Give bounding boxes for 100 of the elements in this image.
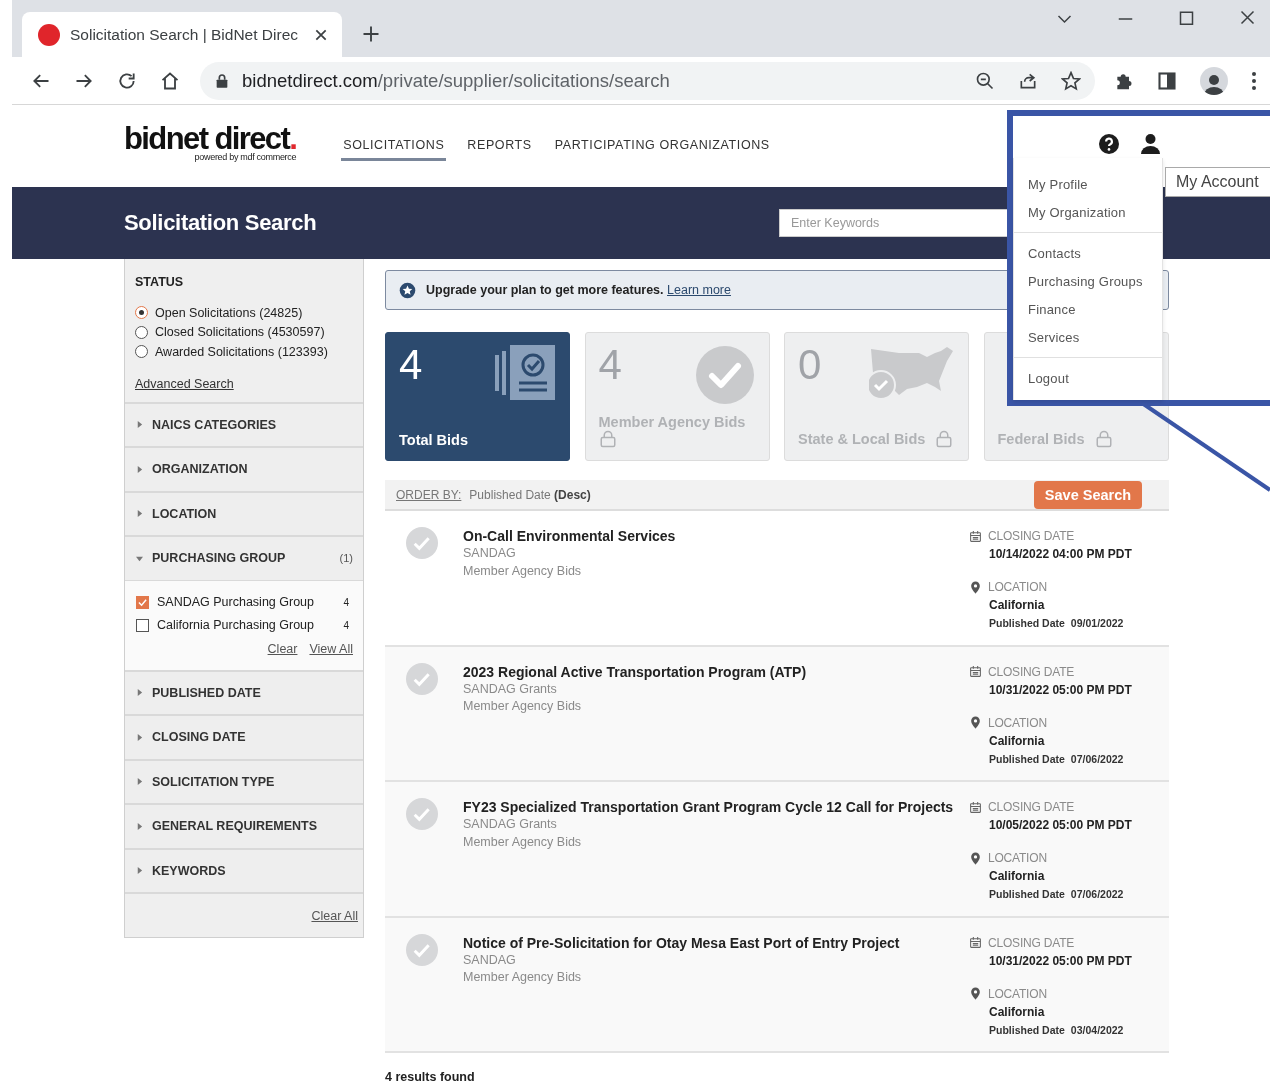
- learn-more-link[interactable]: Learn more: [667, 283, 731, 297]
- published-date: 07/06/2022: [1070, 752, 1124, 765]
- order-by-value[interactable]: Published Date (Desc): [469, 487, 591, 502]
- menu-item[interactable]: Contacts: [1014, 239, 1162, 267]
- option-count: 4: [343, 596, 349, 608]
- organization-name: SANDAG: [463, 951, 517, 969]
- nav-tab[interactable]: SOLICITATIONS: [341, 131, 447, 161]
- tab-title: Solicitation Search | BidNet Direc: [70, 25, 299, 44]
- nav-tab[interactable]: REPORTS: [465, 131, 534, 161]
- organization-name: SANDAG: [463, 545, 517, 562]
- address-bar[interactable]: bidnetdirect.com/private/supplier/solicitations/search: [200, 61, 1095, 100]
- field-label: CLOSING DATE: [988, 935, 1075, 950]
- side-panel-icon[interactable]: [1157, 70, 1177, 91]
- lock-icon: [214, 72, 230, 89]
- page-title: Solicitation Search: [124, 210, 318, 236]
- filter-link[interactable]: Clear: [267, 641, 298, 656]
- browser-tab[interactable]: Solicitation Search | BidNet Direc: [22, 12, 342, 57]
- menu-item[interactable]: Services: [1014, 323, 1162, 351]
- check-circle-icon[interactable]: [406, 798, 438, 830]
- card-label: State & Local Bids: [798, 431, 926, 447]
- field-label: Published Date: [989, 752, 1065, 765]
- section-title: STATUS: [135, 275, 185, 289]
- bid-count: 4: [399, 343, 423, 387]
- check-circle-icon[interactable]: [406, 527, 438, 559]
- more-menu-icon[interactable]: [1251, 70, 1257, 91]
- nav-tab[interactable]: PARTICIPATING ORGANIZATIONS: [552, 131, 772, 161]
- menu-item[interactable]: My Profile: [1014, 170, 1162, 198]
- card-label: Member Agency Bids: [598, 414, 746, 430]
- location-value: California: [989, 869, 1046, 883]
- filter-link[interactable]: View All: [309, 641, 353, 656]
- avatar-icon[interactable]: [1200, 66, 1228, 95]
- radio-label[interactable]: Awarded Solicitations (123393): [155, 344, 328, 359]
- field-label: LOCATION: [988, 851, 1047, 865]
- logo[interactable]: bidnet direct.: [124, 124, 297, 154]
- document-icon: [495, 345, 555, 400]
- advanced-search-link[interactable]: Advanced Search: [135, 376, 234, 391]
- star-icon[interactable]: [1061, 70, 1081, 91]
- published-date: 09/01/2022: [1070, 617, 1124, 629]
- location-pin-icon: [969, 716, 982, 729]
- calendar-icon: [969, 529, 982, 543]
- field-label: CLOSING DATE: [988, 800, 1075, 814]
- radio-button[interactable]: [135, 345, 148, 359]
- close-icon[interactable]: [314, 27, 328, 42]
- field-label: LOCATION: [988, 580, 1047, 594]
- check-circle-icon[interactable]: [406, 662, 438, 695]
- user-icon[interactable]: [1141, 134, 1160, 154]
- check-circle-icon[interactable]: [406, 933, 438, 966]
- location-value: California: [989, 733, 1046, 748]
- radio-button[interactable]: [135, 306, 148, 320]
- organization-name: SANDAG Grants: [463, 680, 558, 698]
- closing-date: 10/14/2022 04:00 PM PDT: [989, 547, 1133, 561]
- checkbox-label[interactable]: California Purchasing Group: [157, 618, 315, 632]
- tooltip: My Account: [1165, 167, 1270, 197]
- menu-item[interactable]: Finance: [1014, 295, 1162, 323]
- bid-type: Member Agency Bids: [463, 833, 583, 851]
- help-icon[interactable]: [1099, 134, 1119, 154]
- menu-item[interactable]: Purchasing Groups: [1014, 267, 1162, 295]
- checkbox[interactable]: [136, 618, 149, 632]
- location-pin-icon: [969, 987, 982, 1000]
- closing-date: 10/31/2022 05:00 PM PDT: [989, 682, 1133, 697]
- organization-name: SANDAG Grants: [463, 816, 558, 833]
- published-date: 07/06/2022: [1070, 888, 1124, 900]
- zoom-out-icon[interactable]: [975, 70, 995, 91]
- closing-date: 10/31/2022 05:00 PM PDT: [989, 953, 1133, 968]
- location-value: California: [989, 1004, 1046, 1019]
- home-icon[interactable]: [160, 70, 180, 91]
- location-value: California: [989, 598, 1046, 612]
- radio-label[interactable]: Open Solicitations (24825): [155, 305, 303, 320]
- logo-tagline: powered by mdf commerce: [194, 152, 297, 162]
- calendar-icon: [969, 936, 982, 949]
- reload-icon[interactable]: [117, 70, 137, 91]
- checkbox[interactable]: [136, 595, 149, 609]
- published-date: 03/04/2022: [1070, 1023, 1124, 1036]
- solicitation-title[interactable]: Notice of Pre-Solicitation for Otay Mesa East Port of Entry Project: [463, 933, 969, 952]
- radio-label[interactable]: Closed Solicitations (4530597): [155, 325, 325, 340]
- field-label: LOCATION: [988, 986, 1047, 1001]
- radio-button[interactable]: [135, 325, 148, 339]
- bid-category-card[interactable]: 4 Total Bids: [385, 332, 570, 461]
- order-by-label[interactable]: ORDER BY:: [396, 487, 462, 502]
- favicon-icon: [38, 23, 60, 46]
- field-label: CLOSING DATE: [988, 664, 1075, 679]
- solicitation-title[interactable]: On-Call Environmental Services: [463, 527, 969, 545]
- bid-type: Member Agency Bids: [463, 969, 583, 986]
- check-circle-icon: [694, 345, 755, 405]
- bid-type: Member Agency Bids: [463, 562, 583, 580]
- field-label: Published Date: [989, 888, 1065, 900]
- field-label: LOCATION: [988, 715, 1047, 730]
- location-pin-icon: [969, 851, 982, 865]
- card-label: Federal Bids: [997, 431, 1085, 447]
- checkbox-label[interactable]: SANDAG Purchasing Group: [157, 595, 314, 609]
- clear-all-link[interactable]: Clear All: [311, 908, 358, 923]
- field-label: Published Date: [989, 617, 1065, 629]
- plus-icon[interactable]: [362, 25, 380, 43]
- calendar-icon: [969, 800, 982, 814]
- bid-type: Member Agency Bids: [463, 698, 583, 715]
- option-count: 4: [343, 619, 349, 631]
- solicitation-title[interactable]: 2023 Regional Active Transportation Program (ATP): [463, 662, 969, 681]
- menu-item[interactable]: Logout: [1014, 364, 1162, 392]
- solicitation-title[interactable]: FY23 Specialized Transportation Grant Program Cycle 12 Call for Projects: [463, 798, 969, 816]
- map-icon: [869, 345, 954, 400]
